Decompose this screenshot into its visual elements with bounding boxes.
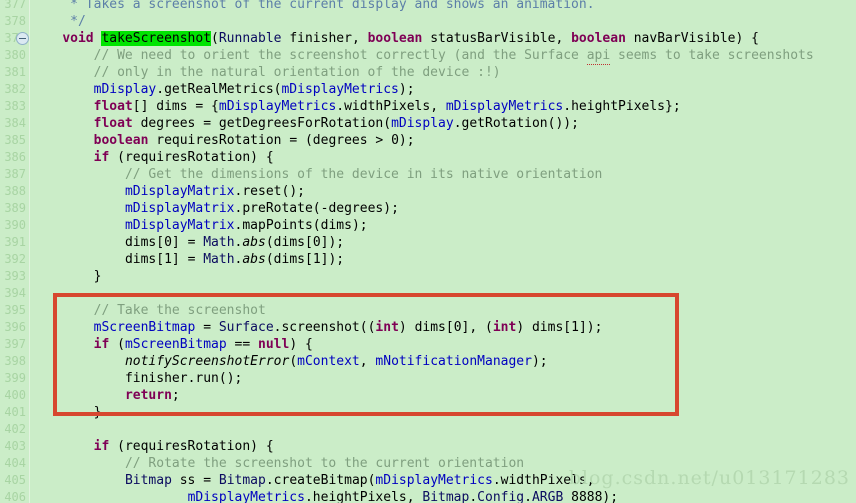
code-line[interactable]: // We need to orient the screenshot corr… — [31, 47, 814, 65]
line-number: 392 — [4, 252, 26, 266]
line-number: 385 — [4, 133, 26, 147]
line-number: 394 — [4, 286, 26, 300]
line-number: 386 — [4, 150, 26, 164]
highlighted-symbol: takeScreenshot — [101, 31, 212, 46]
line-number: 396 — [4, 320, 26, 334]
code-line[interactable]: void takeScreenshot(Runnable finisher, b… — [31, 30, 759, 47]
line-number: 380 — [4, 48, 26, 62]
line-number: 381 — [4, 65, 26, 79]
line-number: 393 — [4, 269, 26, 283]
code-line[interactable]: * Takes a screenshot of the current disp… — [31, 0, 594, 13]
line-number: 402 — [4, 422, 26, 436]
code-line[interactable]: mScreenBitmap = Surface.screenshot((int)… — [31, 319, 603, 336]
code-line[interactable]: } — [31, 404, 102, 421]
code-line[interactable]: } — [31, 268, 102, 285]
line-number: 404 — [4, 456, 26, 470]
code-line[interactable]: dims[1] = Math.abs(dims[1]); — [31, 251, 344, 268]
code-line[interactable]: if (mScreenBitmap == null) { — [31, 336, 313, 353]
line-number-gutter: 3773783793803813823833843853863873883893… — [0, 0, 30, 503]
line-number: 403 — [4, 439, 26, 453]
line-number: 382 — [4, 82, 26, 96]
code-line[interactable]: if (requiresRotation) { — [31, 149, 274, 166]
code-line[interactable]: mDisplay.getRealMetrics(mDisplayMetrics)… — [31, 81, 415, 98]
code-line[interactable]: Bitmap ss = Bitmap.createBitmap(mDisplay… — [31, 472, 595, 489]
code-line[interactable]: boolean requiresRotation = (degrees > 0)… — [31, 132, 415, 149]
collapse-circle-minus-icon[interactable] — [16, 32, 29, 45]
line-number: 388 — [4, 184, 26, 198]
code-line[interactable]: */ — [31, 13, 86, 30]
code-editor: 3773783793803813823833843853863873883893… — [0, 0, 856, 503]
code-line[interactable]: // Take the screenshot — [31, 302, 266, 319]
code-line[interactable]: float[] dims = {mDisplayMetrics.widthPix… — [31, 98, 681, 115]
line-number: 398 — [4, 354, 26, 368]
line-number: 384 — [4, 116, 26, 130]
code-line[interactable]: return; — [31, 387, 180, 404]
line-number: 399 — [4, 371, 26, 385]
line-number: 378 — [4, 14, 26, 28]
code-line[interactable]: mDisplayMatrix.reset(); — [31, 183, 305, 200]
line-number: 377 — [4, 0, 26, 11]
code-line[interactable]: mDisplayMatrix.preRotate(-degrees); — [31, 200, 399, 217]
line-number: 406 — [4, 490, 26, 503]
line-number: 397 — [4, 337, 26, 351]
line-number: 389 — [4, 201, 26, 215]
line-number: 383 — [4, 99, 26, 113]
line-number: 405 — [4, 473, 26, 487]
line-number: 395 — [4, 303, 26, 317]
code-line[interactable]: mDisplayMetrics.heightPixels, Bitmap.Con… — [31, 489, 619, 503]
code-line[interactable]: finisher.run(); — [31, 370, 242, 387]
line-number: 390 — [4, 218, 26, 232]
line-number: 400 — [4, 388, 26, 402]
code-line[interactable]: // Rotate the screenshot to the current … — [31, 455, 524, 472]
code-line[interactable]: mDisplayMatrix.mapPoints(dims); — [31, 217, 368, 234]
code-line[interactable]: // Get the dimensions of the device in i… — [31, 166, 602, 183]
code-line[interactable]: float degrees = getDegreesForRotation(mD… — [31, 115, 579, 132]
code-line[interactable]: if (requiresRotation) { — [31, 438, 274, 455]
spellcheck-underline: api — [586, 48, 611, 65]
code-line[interactable]: // only in the natural orientation of th… — [31, 64, 501, 81]
code-line[interactable]: dims[0] = Math.abs(dims[0]); — [31, 234, 344, 251]
line-number: 391 — [4, 235, 26, 249]
code-content-area[interactable]: * Takes a screenshot of the current disp… — [31, 0, 856, 503]
code-line[interactable]: notifyScreenshotError(mContext, mNotific… — [31, 353, 548, 370]
line-number: 401 — [4, 405, 26, 419]
line-number: 387 — [4, 167, 26, 181]
